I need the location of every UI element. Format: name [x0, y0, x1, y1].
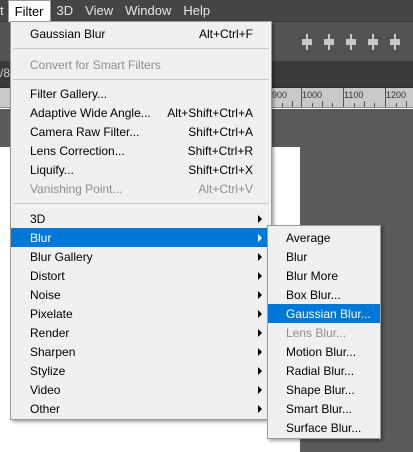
- submenu-item-motion-blur[interactable]: Motion Blur...: [268, 342, 380, 361]
- submenu-item-gaussian-blur[interactable]: Gaussian Blur...: [268, 304, 380, 323]
- align-vertical-centers-icon[interactable]: [322, 34, 336, 50]
- menu-item-camera-raw-filter[interactable]: Camera Raw Filter... Shift+Ctrl+A: [11, 122, 271, 141]
- menu-item-convert-smart-filters[interactable]: Convert for Smart Filters: [11, 55, 271, 74]
- menubar-item-window[interactable]: Window: [119, 0, 177, 22]
- align-left-edges-icon[interactable]: [366, 34, 380, 50]
- submenu-item-radial-blur[interactable]: Radial Blur...: [268, 361, 380, 380]
- menu-item-lens-correction[interactable]: Lens Correction... Shift+Ctrl+R: [11, 141, 271, 160]
- submenu-item-box-blur[interactable]: Box Blur...: [268, 285, 380, 304]
- menubar-item-3d[interactable]: 3D: [51, 0, 80, 22]
- ruler-label: 900: [272, 90, 288, 100]
- menu-separator: [13, 79, 269, 80]
- submenu-item-average[interactable]: Average: [268, 228, 380, 247]
- document-tab-label[interactable]: /8: [0, 66, 10, 80]
- submenu-item-surface-blur[interactable]: Surface Blur...: [268, 418, 380, 437]
- align-bottom-edges-icon[interactable]: [344, 34, 358, 50]
- submenu-arrow-icon: [258, 215, 262, 223]
- align-horizontal-centers-icon[interactable]: [388, 34, 402, 50]
- menu-item-stylize[interactable]: Stylize: [11, 361, 271, 380]
- submenu-arrow-icon: [258, 367, 262, 375]
- menu-item-pixelate[interactable]: Pixelate: [11, 304, 271, 323]
- submenu-arrow-icon: [258, 253, 262, 261]
- menubar-item-view[interactable]: View: [79, 0, 119, 22]
- align-top-edges-icon[interactable]: [300, 34, 314, 50]
- menu-separator: [13, 203, 269, 204]
- submenu-item-blur-more[interactable]: Blur More: [268, 266, 380, 285]
- menu-item-blur[interactable]: Blur: [11, 228, 271, 247]
- menubar-item-type[interactable]: t: [0, 0, 8, 22]
- submenu-item-blur[interactable]: Blur: [268, 247, 380, 266]
- submenu-arrow-icon: [258, 348, 262, 356]
- menu-item-video[interactable]: Video: [11, 380, 271, 399]
- menu-item-adaptive-wide-angle[interactable]: Adaptive Wide Angle... Alt+Shift+Ctrl+A: [11, 103, 271, 122]
- submenu-item-smart-blur[interactable]: Smart Blur...: [268, 399, 380, 418]
- menu-item-filter-gallery[interactable]: Filter Gallery...: [11, 84, 271, 103]
- submenu-arrow-icon: [258, 329, 262, 337]
- menu-item-render[interactable]: Render: [11, 323, 271, 342]
- menu-item-sharpen[interactable]: Sharpen: [11, 342, 271, 361]
- menu-item-vanishing-point[interactable]: Vanishing Point... Alt+Ctrl+V: [11, 179, 271, 198]
- menu-item-liquify[interactable]: Liquify... Shift+Ctrl+X: [11, 160, 271, 179]
- submenu-arrow-icon: [258, 272, 262, 280]
- filter-menu: Gaussian Blur Alt+Ctrl+F Convert for Sma…: [10, 21, 272, 420]
- menu-item-3d[interactable]: 3D: [11, 209, 271, 228]
- submenu-arrow-icon: [258, 386, 262, 394]
- menu-item-last-filter[interactable]: Gaussian Blur Alt+Ctrl+F: [11, 24, 271, 43]
- menu-item-other[interactable]: Other: [11, 399, 271, 418]
- ruler-label: 1200: [386, 90, 407, 100]
- submenu-item-shape-blur[interactable]: Shape Blur...: [268, 380, 380, 399]
- ruler-label: 1000: [302, 90, 323, 100]
- submenu-arrow-icon: [258, 234, 262, 242]
- menu-item-blur-gallery[interactable]: Blur Gallery: [11, 247, 271, 266]
- submenu-arrow-icon: [258, 291, 262, 299]
- menubar-item-help[interactable]: Help: [177, 0, 216, 22]
- blur-submenu: Average Blur Blur More Box Blur... Gauss…: [267, 225, 381, 439]
- menu-item-distort[interactable]: Distort: [11, 266, 271, 285]
- menu-bar: t Filter 3D View Window Help: [0, 0, 413, 22]
- ruler-label: 1100: [344, 90, 364, 100]
- menu-item-noise[interactable]: Noise: [11, 285, 271, 304]
- menu-separator: [13, 48, 269, 49]
- menubar-item-filter[interactable]: Filter: [7, 0, 51, 22]
- submenu-arrow-icon: [258, 405, 262, 413]
- submenu-arrow-icon: [258, 310, 262, 318]
- submenu-item-lens-blur[interactable]: Lens Blur...: [268, 323, 380, 342]
